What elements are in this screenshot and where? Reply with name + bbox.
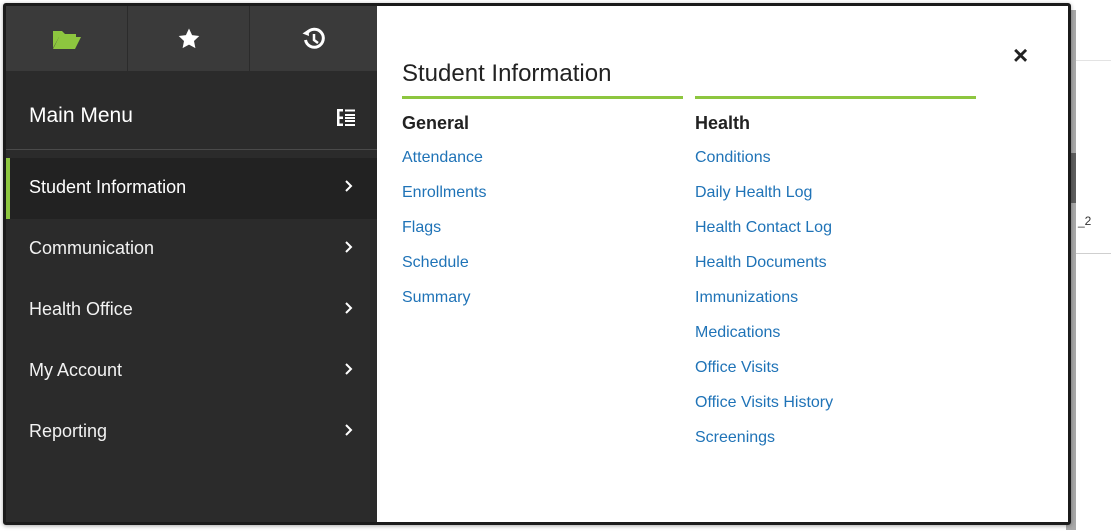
chevron-right-icon	[345, 180, 353, 192]
sidebar-item-communication[interactable]: Communication	[6, 219, 377, 280]
link-medications[interactable]: Medications	[695, 323, 976, 358]
chevron-right-icon	[345, 363, 353, 375]
sidebar-nav: Student Information Communication Health…	[6, 158, 377, 463]
link-schedule[interactable]: Schedule	[402, 253, 683, 288]
sidebar-title: Main Menu	[29, 104, 133, 127]
link-conditions[interactable]: Conditions	[695, 148, 976, 183]
link-health-documents[interactable]: Health Documents	[695, 253, 976, 288]
section-divider	[402, 96, 683, 99]
sidebar-item-reporting[interactable]: Reporting	[6, 402, 377, 463]
link-attendance[interactable]: Attendance	[402, 148, 683, 183]
sidebar-tabbar	[6, 6, 377, 71]
menu-window: Main Menu Student Information Communicat…	[3, 3, 1071, 525]
tab-favorites[interactable]	[128, 6, 250, 71]
link-office-visits[interactable]: Office Visits	[695, 358, 976, 393]
chevron-right-icon	[345, 302, 353, 314]
sidebar-header: Main Menu	[6, 71, 377, 150]
sidebar-item-label: Reporting	[29, 421, 108, 441]
link-summary[interactable]: Summary	[402, 288, 683, 323]
link-immunizations[interactable]: Immunizations	[695, 288, 976, 323]
folder-icon	[52, 30, 81, 49]
tab-main-menu[interactable]	[6, 6, 128, 71]
background-text-fragment: _2	[1078, 214, 1092, 228]
background-divider	[1076, 60, 1111, 61]
sidebar-item-student-information[interactable]: Student Information	[6, 158, 377, 219]
submenu-panel: Student Information × General Attendance…	[377, 6, 1068, 522]
sidebar-item-my-account[interactable]: My Account	[6, 341, 377, 402]
link-screenings[interactable]: Screenings	[695, 428, 976, 463]
sidebar-item-label: Health Office	[29, 299, 133, 319]
sidebar-item-label: My Account	[29, 360, 123, 380]
link-enrollments[interactable]: Enrollments	[402, 183, 683, 218]
sidebar-item-label: Communication	[29, 238, 155, 258]
chevron-right-icon	[345, 424, 353, 436]
tree-list-icon[interactable]	[336, 108, 356, 128]
sidebar: Main Menu Student Information Communicat…	[6, 6, 377, 522]
section-heading-health: Health	[695, 113, 751, 133]
section-heading-general: General	[402, 113, 470, 133]
history-icon	[302, 27, 325, 49]
link-health-contact-log[interactable]: Health Contact Log	[695, 218, 976, 253]
link-flags[interactable]: Flags	[402, 218, 683, 253]
section-divider	[695, 96, 976, 99]
sidebar-item-health-office[interactable]: Health Office	[6, 280, 377, 341]
chevron-right-icon	[345, 241, 353, 253]
health-column: Health Conditions Daily Health Log Healt…	[695, 96, 976, 463]
star-icon	[178, 28, 199, 48]
close-icon[interactable]: ×	[1013, 42, 1028, 68]
sidebar-item-label: Student Information	[29, 177, 187, 197]
panel-title: Student Information	[402, 60, 612, 87]
background-divider	[1076, 253, 1111, 254]
link-office-visits-history[interactable]: Office Visits History	[695, 393, 976, 428]
link-daily-health-log[interactable]: Daily Health Log	[695, 183, 976, 218]
tab-recent[interactable]	[250, 6, 377, 71]
general-column: General Attendance Enrollments Flags Sch…	[402, 96, 683, 323]
